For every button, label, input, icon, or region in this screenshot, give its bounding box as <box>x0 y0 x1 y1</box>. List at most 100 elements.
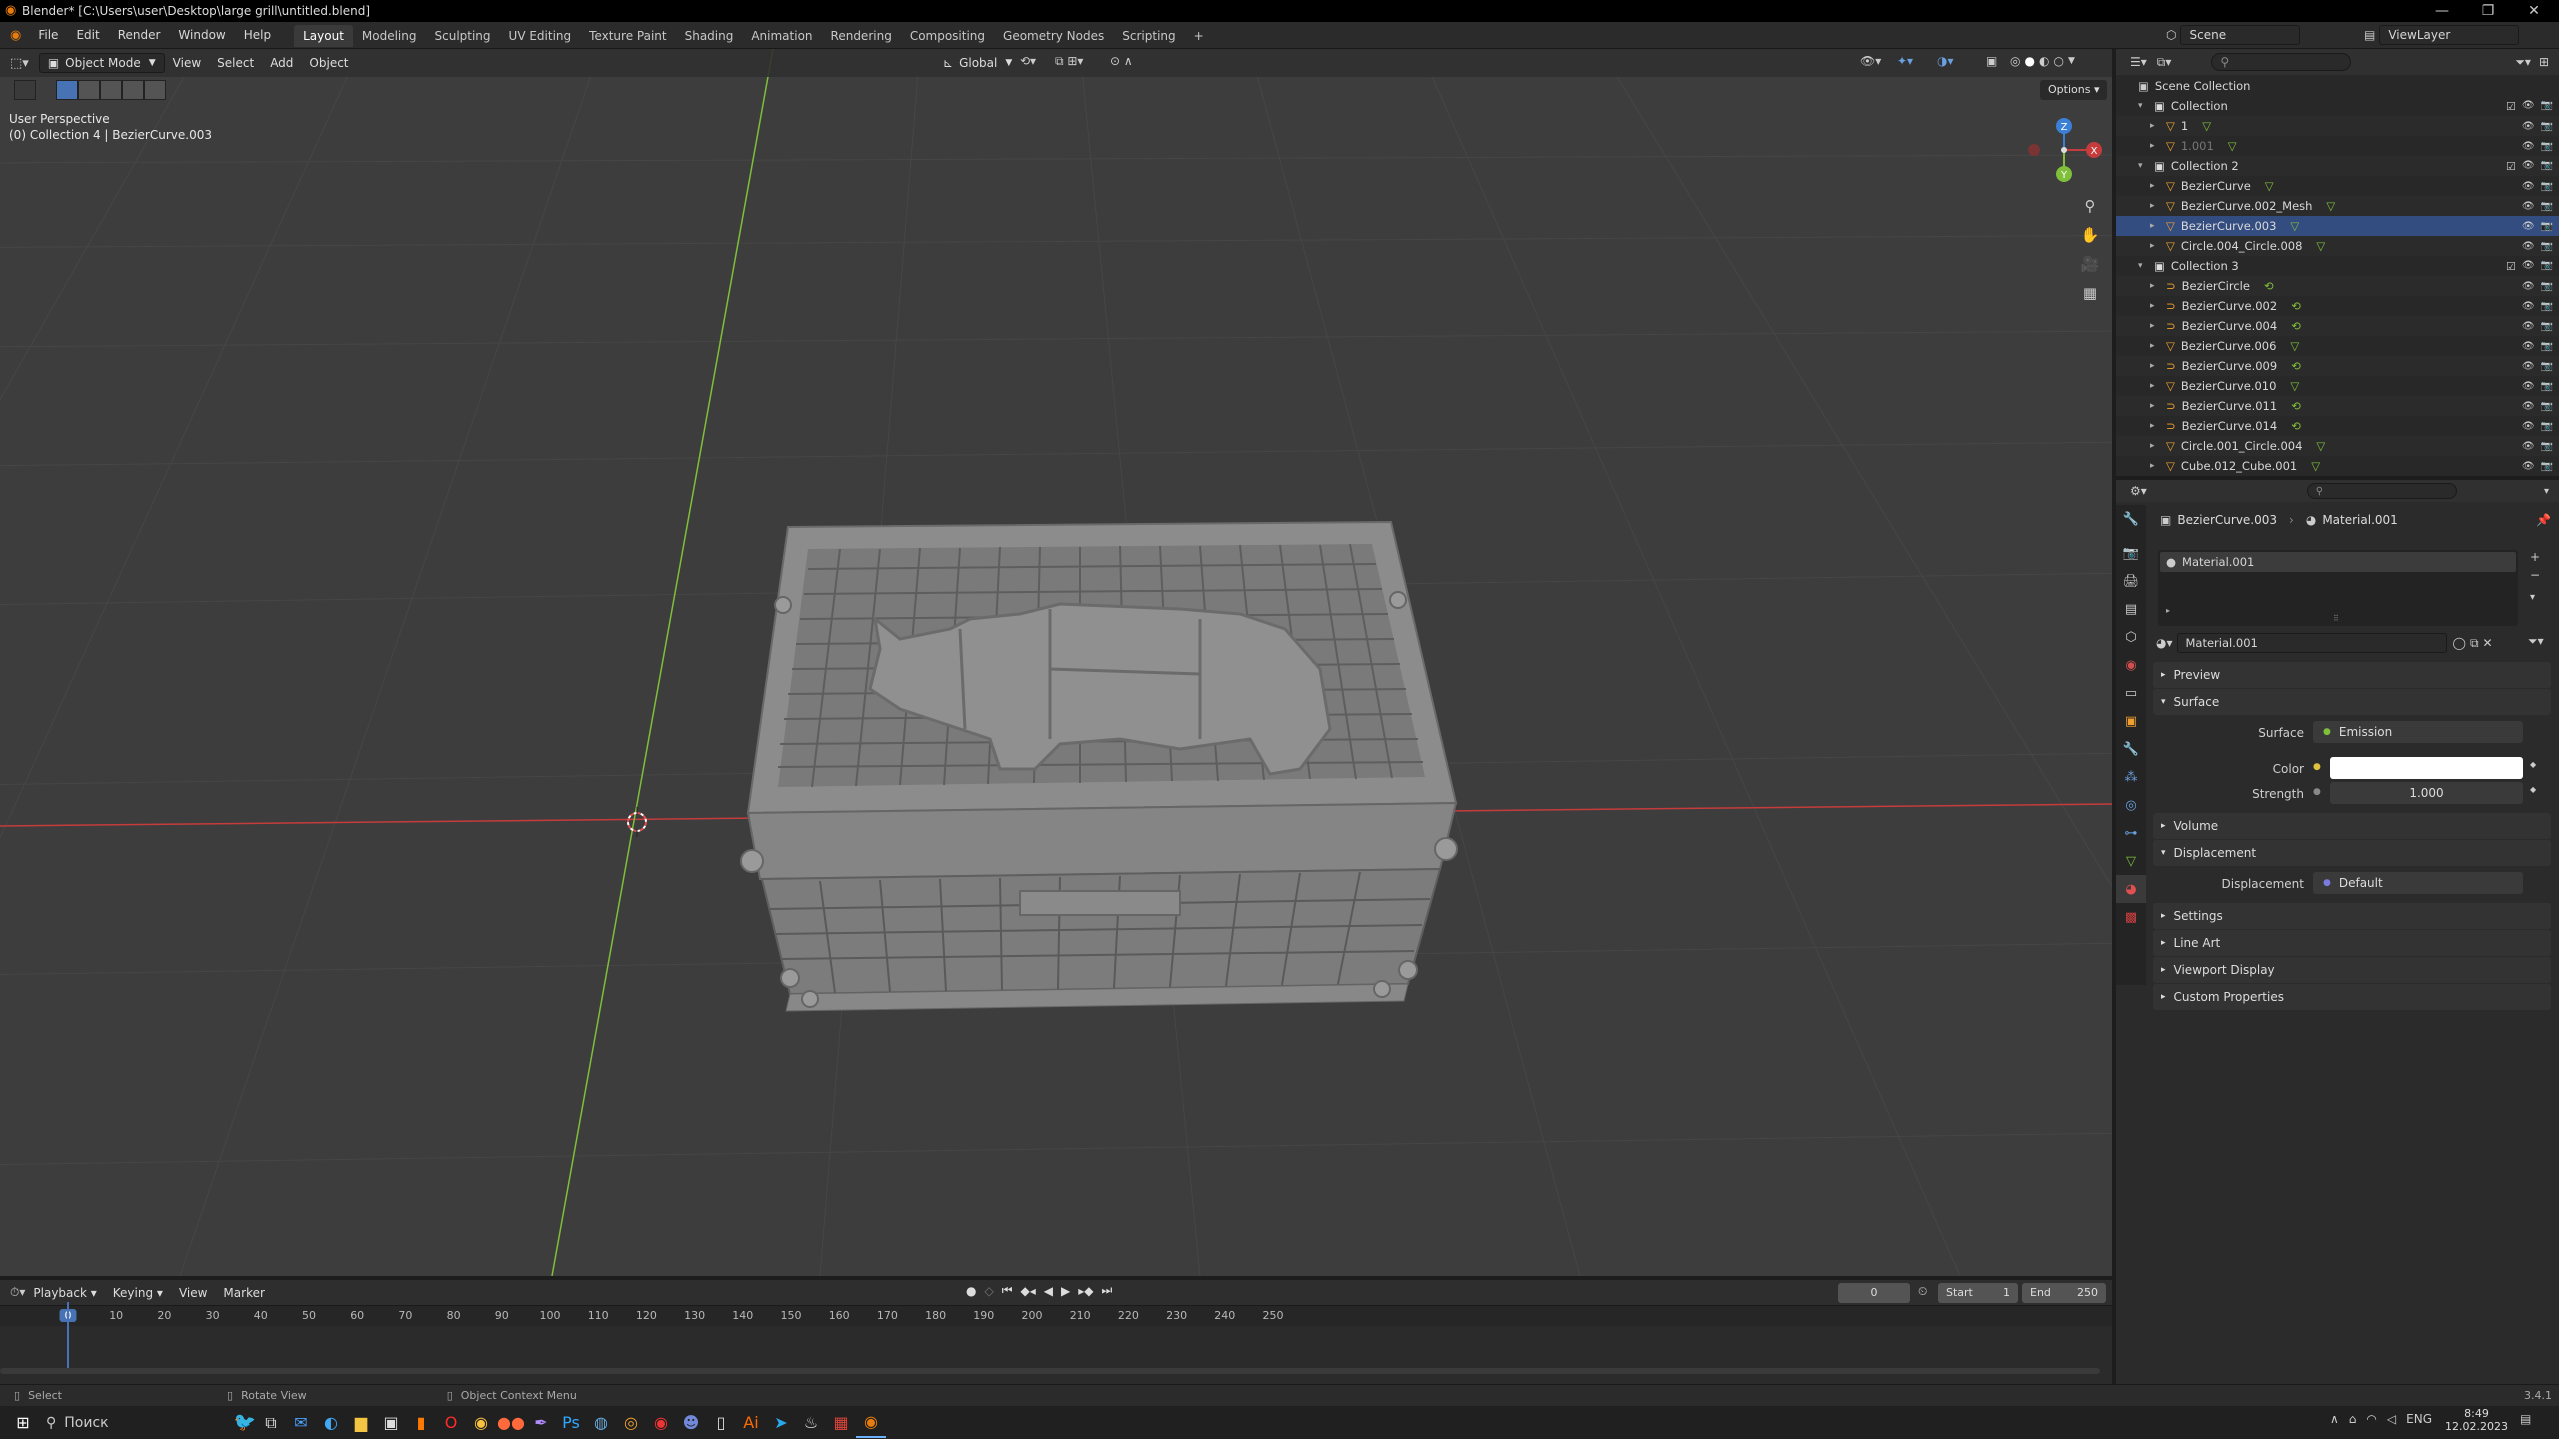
outliner-row[interactable]: ▾ ▣ Collection 3 ☑ 👁 📷 <box>2116 256 2559 276</box>
edge-icon[interactable]: ◐ <box>316 1408 346 1438</box>
expanded-arrow-icon[interactable]: ▾ <box>2138 101 2150 111</box>
outliner-row[interactable]: ▸ ▽ 1 ▽ 👁 📷 <box>2116 116 2559 136</box>
outliner-row[interactable]: ▸ ⊃ BezierCircle ⟲ 👁 📷 <box>2116 276 2559 296</box>
minimize-icon[interactable]: — <box>2420 0 2464 22</box>
visibility-eye-icon[interactable]: 👁 <box>2522 301 2535 312</box>
collapsed-arrow-icon[interactable]: ▸ <box>2150 341 2162 351</box>
visibility-eye-icon[interactable]: 👁 <box>2522 141 2535 152</box>
scene-selector[interactable]: ⬡ Scene <box>2166 25 2301 45</box>
add-slot-icon[interactable]: + <box>2530 550 2540 564</box>
visibility-eye-icon[interactable]: 👁 <box>2522 361 2535 372</box>
playhead[interactable] <box>67 1302 69 1372</box>
outliner-row[interactable]: ▸ ⊃ BezierCurve.009 ⟲ 👁 📷 <box>2116 356 2559 376</box>
collapsed-arrow-icon[interactable]: ▸ <box>2150 401 2162 411</box>
visibility-eye-icon[interactable]: 👁 <box>2522 321 2535 332</box>
color-socket-icon[interactable]: ● <box>2313 762 2321 772</box>
tray-chevron-icon[interactable]: ∧ <box>2330 1412 2339 1426</box>
tab-render-icon[interactable]: 📷 <box>2116 539 2146 567</box>
collapsed-arrow-icon[interactable]: ▸ <box>2150 281 2162 291</box>
render-camera-icon[interactable]: 📷 <box>2541 421 2553 432</box>
visibility-icon[interactable]: 👁▾ <box>1860 54 1881 68</box>
visibility-eye-icon[interactable]: 👁 <box>2522 181 2535 192</box>
collapsed-arrow-icon[interactable]: ▸ <box>2150 301 2162 311</box>
maximize-icon[interactable]: ❐ <box>2466 0 2510 22</box>
close-icon[interactable]: ✕ <box>2512 0 2556 22</box>
steam-icon[interactable]: ♨ <box>796 1408 826 1438</box>
editor-type-icon[interactable]: ⬚▾ <box>10 56 29 71</box>
render-camera-icon[interactable]: 📷 <box>2541 341 2553 352</box>
outliner-row[interactable]: ▸ ▽ Circle.004_Circle.008 ▽ 👁 📷 <box>2116 236 2559 256</box>
mail-icon[interactable]: ✉ <box>286 1408 316 1438</box>
outliner-search-input[interactable]: ⚲ <box>2211 53 2352 71</box>
outliner-row[interactable]: ▾ ▣ Collection ☑ 👁 📷 <box>2116 96 2559 116</box>
start-frame-field[interactable]: Start 1 <box>1938 1283 2018 1303</box>
strength-keyframe-icon[interactable]: ◆ <box>2530 785 2536 794</box>
panel-surface[interactable]: ▾ Surface <box>2153 689 2551 715</box>
expand-list-icon[interactable]: ▸ <box>2166 606 2170 615</box>
properties-options-icon[interactable]: ▾ <box>2544 486 2549 497</box>
snap-icon[interactable]: ⧉ ⊞▾ <box>1055 54 1083 69</box>
outliner-row[interactable]: ▾ ▣ Collection 2 ☑ 👁 📷 <box>2116 156 2559 176</box>
app-red-icon[interactable]: ◉ <box>646 1408 676 1438</box>
fake-user-icon[interactable]: ◯ <box>2453 636 2466 650</box>
mesh-data-icon[interactable]: ▽ <box>2326 199 2335 213</box>
select-intersect-icon[interactable] <box>144 80 166 100</box>
tab-particles-icon[interactable]: ⁂ <box>2116 763 2146 791</box>
pin-icon[interactable]: 📌 <box>2536 513 2551 527</box>
tab-material-icon[interactable]: ◕ <box>2116 875 2146 903</box>
collapsed-arrow-icon[interactable]: ▸ <box>2150 381 2162 391</box>
timeline-editor-type-icon[interactable]: ⏱▾ <box>10 1285 25 1300</box>
illustrator-icon[interactable]: Ai <box>736 1408 766 1438</box>
menu-keying[interactable]: Keying ▾ <box>105 1283 171 1303</box>
outliner-row[interactable]: ▸ ▽ 1.001 ▽ 👁 📷 <box>2116 136 2559 156</box>
next-keyframe-icon[interactable]: ▸◆ <box>1078 1284 1093 1298</box>
tab-collection-icon[interactable]: ▭ <box>2116 679 2146 707</box>
tab-texture-paint[interactable]: Texture Paint <box>580 25 675 47</box>
remove-slot-icon[interactable]: − <box>2530 568 2540 582</box>
tab-rendering[interactable]: Rendering <box>822 25 901 47</box>
color-keyframe-icon[interactable]: ◆ <box>2530 760 2536 769</box>
mesh-data-icon[interactable]: ▽ <box>2202 119 2211 133</box>
surface-shader-field[interactable]: ● Emission <box>2313 721 2523 743</box>
outliner-row[interactable]: ▸ ⊃ BezierCurve.004 ⟲ 👁 📷 <box>2116 316 2559 336</box>
strength-field[interactable]: 1.000 <box>2330 782 2523 804</box>
rendered-shading-icon[interactable]: ○ <box>2053 54 2063 68</box>
mesh-data-icon[interactable]: ▽ <box>2290 379 2299 393</box>
proportional-edit-icon[interactable]: ⊙ ∧ <box>1110 54 1133 68</box>
shading-options-icon[interactable]: ▼ <box>2068 56 2075 66</box>
tab-constraints-icon[interactable]: ⊶ <box>2116 819 2146 847</box>
tab-geometry-nodes[interactable]: Geometry Nodes <box>994 25 1113 47</box>
tab-sculpting[interactable]: Sculpting <box>426 25 500 47</box>
material-shading-icon[interactable]: ◐ <box>2039 54 2049 68</box>
visibility-eye-icon[interactable]: 👁 <box>2522 160 2535 173</box>
scene-name-field[interactable]: Scene <box>2180 25 2301 45</box>
material-filter-icon[interactable]: ⏷▾ <box>2528 634 2544 649</box>
render-camera-icon[interactable]: 📷 <box>2541 361 2553 372</box>
breadcrumb-material[interactable]: Material.001 <box>2322 513 2397 527</box>
visibility-eye-icon[interactable]: 👁 <box>2522 401 2535 412</box>
jump-start-icon[interactable]: ⏮ <box>1002 1283 1013 1298</box>
panel-volume[interactable]: ▸ Volume <box>2153 813 2551 839</box>
photoshop-icon[interactable]: Ps <box>556 1408 586 1438</box>
panel-custom-properties[interactable]: ▸ Custom Properties <box>2153 984 2551 1010</box>
outliner-row[interactable]: ▸ ▽ Circle.001_Circle.004 ▽ 👁 📷 <box>2116 436 2559 456</box>
collapsed-arrow-icon[interactable]: ▸ <box>2150 441 2162 451</box>
ortho-grid-icon[interactable]: ▦ <box>2077 280 2103 306</box>
render-camera-icon[interactable]: 📷 <box>2541 461 2553 472</box>
render-camera-icon[interactable]: 📷 <box>2541 441 2553 452</box>
collapsed-arrow-icon[interactable]: ▸ <box>2150 121 2162 131</box>
select-extend-icon[interactable] <box>78 80 100 100</box>
navigation-gizmo[interactable]: Z X Y <box>2014 110 2104 190</box>
collapsed-arrow-icon[interactable]: ▸ <box>2150 421 2162 431</box>
exclude-checkbox-icon[interactable]: ☑ <box>2506 260 2516 273</box>
tab-texture-icon[interactable]: ▩ <box>2116 903 2146 931</box>
zoom-icon[interactable]: ⚲ <box>2077 193 2103 219</box>
network-icon[interactable]: ⌂ <box>2349 1412 2357 1426</box>
curve-data-icon[interactable]: ⟲ <box>2291 399 2301 413</box>
select-new-icon[interactable] <box>56 80 78 100</box>
tab-compositing[interactable]: Compositing <box>901 25 994 47</box>
tab-output-icon[interactable]: 🖨 <box>2116 567 2146 595</box>
visibility-eye-icon[interactable]: 👁 <box>2522 461 2535 472</box>
chrome-icon[interactable]: ◉ <box>466 1408 496 1438</box>
visibility-eye-icon[interactable]: 👁 <box>2522 421 2535 432</box>
